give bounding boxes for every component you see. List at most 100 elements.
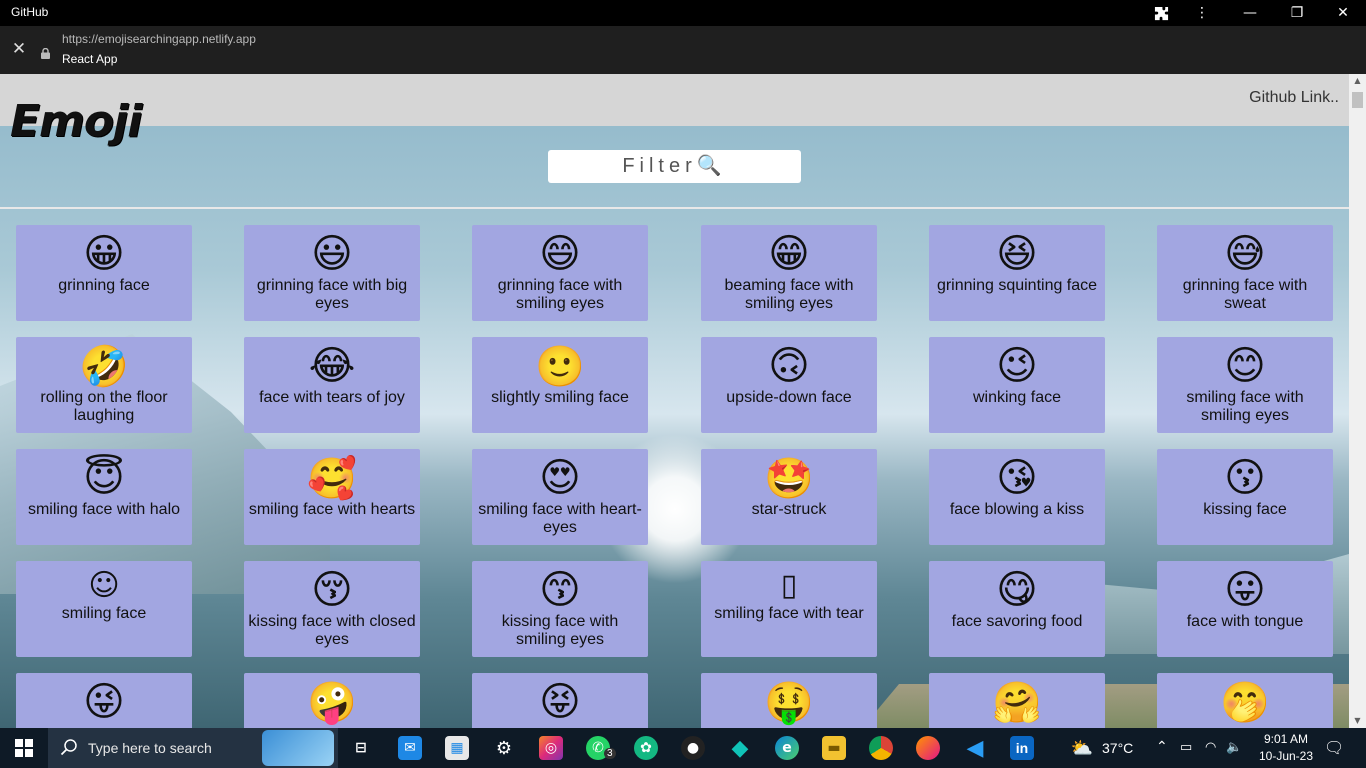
scrollbar[interactable]: ▲ ▼: [1349, 74, 1366, 728]
emoji-card[interactable]: 🤗: [929, 673, 1105, 728]
emoji-card[interactable]: 🥰 smiling face with hearts: [244, 449, 420, 545]
emoji-glyph: 😃: [311, 231, 353, 277]
scrollbar-thumb[interactable]: [1352, 92, 1363, 108]
instagram-icon[interactable]: ◎: [539, 736, 563, 760]
emoji-name: grinning face with sweat: [1182, 277, 1308, 312]
emoji-name: smiling face with tear: [714, 605, 864, 622]
emoji-card[interactable]: 😜: [16, 673, 192, 728]
emoji-card[interactable]: 🤭: [1157, 673, 1333, 728]
chrome-icon[interactable]: [869, 736, 893, 760]
app-icon[interactable]: ✿: [634, 736, 658, 760]
windows-start-icon[interactable]: [0, 728, 48, 768]
emoji-glyph: 🤗: [992, 679, 1042, 726]
emoji-card[interactable]: 🙂 slightly smiling face: [472, 337, 648, 433]
emoji-name: star-struck: [751, 501, 827, 518]
emoji-name: grinning squinting face: [936, 277, 1098, 294]
emoji-card[interactable]: 😛 face with tongue: [1157, 561, 1333, 657]
emoji-name: kissing face with closed eyes: [248, 613, 416, 648]
more-options-icon[interactable]: ⋮: [1182, 0, 1222, 26]
emoji-card[interactable]: 😝: [472, 673, 648, 728]
emoji-glyph: 😅: [1224, 231, 1266, 277]
clock-date[interactable]: 10-Jun-23: [1256, 749, 1316, 763]
github-icon[interactable]: ●: [681, 736, 705, 760]
restore-icon[interactable]: ❐: [1277, 0, 1317, 26]
edge-icon[interactable]: e: [775, 736, 799, 760]
emoji-name: grinning face with smiling eyes: [497, 277, 623, 312]
emoji-card[interactable]: 🤣 rolling on the floor laughing: [16, 337, 192, 433]
emoji-glyph: 🥰: [307, 455, 357, 502]
emoji-glyph: 🤭: [1220, 679, 1270, 726]
battery-icon[interactable]: ▭: [1180, 739, 1192, 755]
emoji-glyph: 😇: [83, 455, 125, 501]
chevron-up-icon[interactable]: ⌃: [1156, 738, 1168, 755]
divider: [0, 207, 1349, 209]
minimize-icon[interactable]: —: [1230, 0, 1270, 26]
emoji-card[interactable]: 😅 grinning face with sweat: [1157, 225, 1333, 321]
emoji-card[interactable]: 😚 kissing face with closed eyes: [244, 561, 420, 657]
volume-icon[interactable]: 🔈: [1226, 739, 1242, 755]
emoji-name: kissing face with smiling eyes: [501, 613, 619, 648]
close-window-icon[interactable]: ✕: [1323, 0, 1363, 26]
emoji-glyph: 😂: [308, 343, 356, 389]
diamond-app-icon[interactable]: ◆: [728, 736, 752, 761]
scroll-up-arrow-icon[interactable]: ▲: [1349, 74, 1366, 88]
emoji-card[interactable]: ☺ smiling face: [16, 561, 192, 657]
emoji-card[interactable]: 😆 grinning squinting face: [929, 225, 1105, 321]
emoji-card[interactable]: 😘 face blowing a kiss: [929, 449, 1105, 545]
filter-input[interactable]: [548, 150, 801, 183]
emoji-glyph: 😚: [311, 567, 353, 613]
emoji-card[interactable]: 😉 winking face: [929, 337, 1105, 433]
emoji-glyph: 😊: [1224, 343, 1266, 389]
extensions-icon[interactable]: [1141, 0, 1181, 26]
wifi-icon[interactable]: ◠: [1205, 739, 1216, 755]
emoji-card[interactable]: 😍 smiling face with heart-eyes: [472, 449, 648, 545]
vscode-icon[interactable]: ◀: [963, 736, 987, 761]
emoji-card[interactable]: 😗 kissing face: [1157, 449, 1333, 545]
emoji-card[interactable]: 🤑: [701, 673, 877, 728]
title-bar: GitHub ⋮ — ❐ ✕: [0, 0, 1366, 26]
emoji-card[interactable]: 😀 grinning face: [16, 225, 192, 321]
emoji-glyph: 🤣: [79, 343, 129, 390]
emoji-card[interactable]: 😊 smiling face with smiling eyes: [1157, 337, 1333, 433]
close-icon[interactable]: ✕: [10, 40, 28, 58]
linkedin-icon[interactable]: in: [1010, 736, 1034, 760]
emoji-card[interactable]: 🙃 upside-down face: [701, 337, 877, 433]
store-icon[interactable]: ▦: [445, 736, 469, 760]
emoji-card[interactable]: 😁 beaming face with smiling eyes: [701, 225, 877, 321]
emoji-card[interactable]: 🤪: [244, 673, 420, 728]
emoji-name: beaming face with smiling eyes: [724, 277, 854, 312]
emoji-glyph: 😍: [539, 455, 581, 501]
weather-icon[interactable]: ⛅: [1070, 736, 1094, 760]
emoji-glyph: 😀: [83, 231, 125, 277]
emoji-glyph: 🙂: [535, 343, 585, 390]
emoji-card[interactable]: ▯ smiling face with tear: [701, 561, 877, 657]
task-view-icon[interactable]: ⊟: [349, 736, 373, 760]
emoji-glyph: 😄: [539, 231, 581, 277]
url-text[interactable]: https://emojisearchingapp.netlify.app: [62, 32, 256, 46]
emoji-card[interactable]: 😄 grinning face with smiling eyes: [472, 225, 648, 321]
mail-icon[interactable]: ✉: [398, 736, 422, 760]
github-link[interactable]: Github Link..: [1249, 89, 1339, 107]
emoji-glyph: 😛: [1224, 567, 1266, 613]
emoji-card[interactable]: 😇 smiling face with halo: [16, 449, 192, 545]
taskbar-search[interactable]: Type here to search: [48, 728, 338, 768]
emoji-card[interactable]: 😂 face with tears of joy: [244, 337, 420, 433]
firefox-icon[interactable]: [916, 736, 940, 760]
search-highlight-image: [262, 730, 334, 766]
emoji-glyph: 😜: [83, 679, 125, 725]
page-header: Github Link..: [0, 74, 1349, 126]
clock-time[interactable]: 9:01 AM: [1256, 732, 1316, 746]
emoji-glyph: 😝: [539, 679, 581, 725]
emoji-card[interactable]: 🤩 star-struck: [701, 449, 877, 545]
emoji-card[interactable]: 😋 face savoring food: [929, 561, 1105, 657]
emoji-name: smiling face with smiling eyes: [1186, 389, 1304, 424]
emoji-card[interactable]: 😃 grinning face with big eyes: [244, 225, 420, 321]
file-explorer-icon[interactable]: ▬: [822, 736, 846, 760]
settings-gear-icon[interactable]: ⚙: [492, 736, 516, 760]
emoji-glyph: 🤩: [764, 455, 814, 502]
scroll-down-arrow-icon[interactable]: ▼: [1349, 714, 1366, 728]
emoji-name: face blowing a kiss: [949, 501, 1085, 518]
emoji-card[interactable]: 😙 kissing face with smiling eyes: [472, 561, 648, 657]
notifications-icon[interactable]: 🗨: [1324, 738, 1344, 758]
taskbar: Type here to search ⊟ ✉ ▦ ⚙ ◎ ✆ 3 ✿ ● ◆ …: [0, 728, 1366, 768]
